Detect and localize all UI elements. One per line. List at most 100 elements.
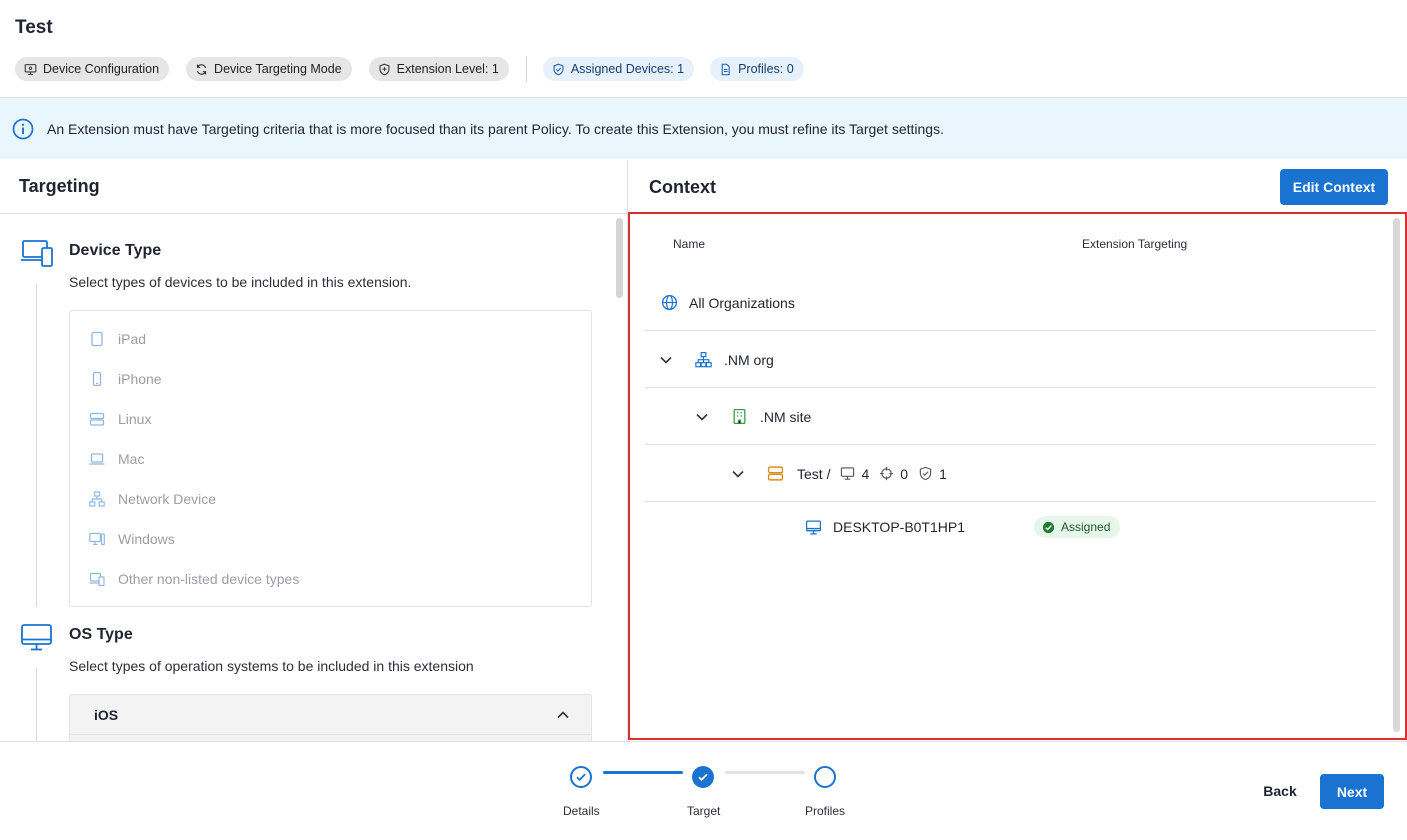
globe-icon <box>661 294 678 311</box>
org-hierarchy-icon <box>695 352 712 368</box>
profiles-label: Profiles: 0 <box>738 62 794 76</box>
profiles-chip[interactable]: Profiles: 0 <box>710 57 804 81</box>
targeting-panel: Targeting Device Type Select types of de… <box>0 160 628 741</box>
edit-context-button[interactable]: Edit Context <box>1280 169 1388 205</box>
footer-divider <box>0 741 1407 742</box>
desktop-icon <box>89 532 105 546</box>
back-button[interactable]: Back <box>1252 774 1308 808</box>
device-targeting-mode-chip: Device Targeting Mode <box>186 57 352 81</box>
assigned-devices-label: Assigned Devices: 1 <box>570 62 685 76</box>
network-icon <box>89 491 105 507</box>
device-option-label: iPad <box>118 331 147 347</box>
group-policy-count-value: 1 <box>939 465 947 482</box>
tree-row-org[interactable]: .NM org <box>645 331 1376 388</box>
device-option-label: iPhone <box>118 371 162 387</box>
server-stack-icon <box>767 466 784 481</box>
group-policy-count: 1 <box>918 466 947 482</box>
status-badge-label: Assigned <box>1061 520 1111 534</box>
device-option-iphone[interactable]: iPhone <box>89 369 162 389</box>
check-icon <box>698 773 708 782</box>
step-label-profiles: Profiles <box>805 804 846 818</box>
monitor-gear-icon <box>24 63 37 75</box>
device-configuration-chip: Device Configuration <box>15 57 170 81</box>
group-device-count: 4 <box>840 466 869 482</box>
assigned-devices-chip[interactable]: Assigned Devices: 1 <box>542 57 695 81</box>
devices-icon <box>21 240 53 267</box>
extension-level-label: Extension Level: 1 <box>396 62 499 76</box>
tree-label-root: All Organizations <box>689 294 795 311</box>
device-option-label: Mac <box>118 451 145 467</box>
group-target-count: 0 <box>879 466 908 482</box>
device-option-label: Linux <box>118 411 152 427</box>
device-option-mac[interactable]: Mac <box>89 449 144 469</box>
step-profiles-indicator[interactable] <box>814 766 836 788</box>
device-type-description: Select types of devices to be included i… <box>69 274 412 290</box>
tree-row-device[interactable]: DESKTOP-B0T1HP1 Assigned <box>645 502 1376 559</box>
context-tree-panel: Name Extension Targeting All Organizatio… <box>628 212 1407 740</box>
os-type-description: Select types of operation systems to be … <box>69 658 474 674</box>
tree-row-group[interactable]: Test / 4 0 1 <box>645 445 1376 502</box>
step-target-indicator[interactable] <box>692 766 714 788</box>
targeting-title: Targeting <box>0 160 627 214</box>
device-option-network-device[interactable]: Network Device <box>89 489 216 509</box>
chip-divider <box>525 56 527 82</box>
os-type-line <box>36 668 37 741</box>
check-icon <box>576 773 586 782</box>
extension-level-chip: Extension Level: 1 <box>368 57 509 81</box>
info-banner-text: An Extension must have Targeting criteri… <box>47 120 944 137</box>
context-scrollbar[interactable] <box>1393 218 1400 732</box>
device-option-label: Other non-listed device types <box>118 571 300 587</box>
tree-label-device: DESKTOP-B0T1HP1 <box>833 519 966 535</box>
device-option-other[interactable]: Other non-listed device types <box>89 569 299 589</box>
refresh-icon <box>196 63 207 75</box>
status-badge: Assigned <box>1034 516 1121 538</box>
desktop-icon <box>805 519 822 535</box>
column-header-name: Name <box>673 237 706 251</box>
device-option-label: Windows <box>118 531 175 547</box>
laptop-icon <box>89 453 105 465</box>
monitor-icon <box>21 624 52 651</box>
chevron-down-icon[interactable] <box>731 467 745 481</box>
crosshair-icon <box>880 466 894 481</box>
os-group-header[interactable]: iOS <box>70 695 591 735</box>
step-label-details: Details <box>563 804 600 818</box>
server-icon <box>89 412 105 426</box>
devices-icon <box>89 572 105 587</box>
document-icon <box>721 63 730 75</box>
page-title: Test <box>15 17 53 38</box>
chevron-down-icon[interactable] <box>695 410 709 424</box>
device-option-ipad[interactable]: iPad <box>89 329 146 349</box>
device-option-windows[interactable]: Windows <box>89 529 175 549</box>
tree-label-group: Test / <box>797 465 831 482</box>
phone-icon <box>92 371 102 387</box>
targeting-scrollbar[interactable] <box>616 218 623 298</box>
step-connector-1 <box>603 771 683 774</box>
device-configuration-label: Device Configuration <box>43 62 160 76</box>
device-type-line <box>36 284 37 607</box>
step-label-target: Target <box>687 804 721 818</box>
device-type-title: Device Type <box>69 242 162 259</box>
group-device-count-value: 4 <box>861 465 870 482</box>
os-type-title: OS Type <box>69 626 133 643</box>
device-option-linux[interactable]: Linux <box>89 409 151 429</box>
chevron-up-icon <box>557 710 569 718</box>
next-button[interactable]: Next <box>1320 774 1384 809</box>
check-circle-icon <box>1042 521 1055 533</box>
monitor-icon <box>841 467 855 480</box>
tree-label-org: .NM org <box>724 351 774 368</box>
building-icon <box>733 408 746 425</box>
device-option-label: Network Device <box>118 491 217 507</box>
step-connector-2 <box>725 771 805 774</box>
tablet-icon <box>91 331 103 347</box>
step-details-indicator[interactable] <box>570 766 592 788</box>
tree-row-site[interactable]: .NM site <box>645 388 1376 445</box>
device-targeting-mode-label: Device Targeting Mode <box>214 62 342 76</box>
info-icon <box>12 118 34 139</box>
chevron-down-icon[interactable] <box>659 353 673 367</box>
shield-check-icon <box>919 466 932 481</box>
shield-check-icon <box>553 63 564 75</box>
group-target-count-value: 0 <box>900 465 909 482</box>
os-group-label: iOS <box>94 706 119 723</box>
summary-chips: Device Configuration Device Targeting Mo… <box>15 56 820 82</box>
tree-row-root[interactable]: All Organizations <box>645 274 1376 331</box>
